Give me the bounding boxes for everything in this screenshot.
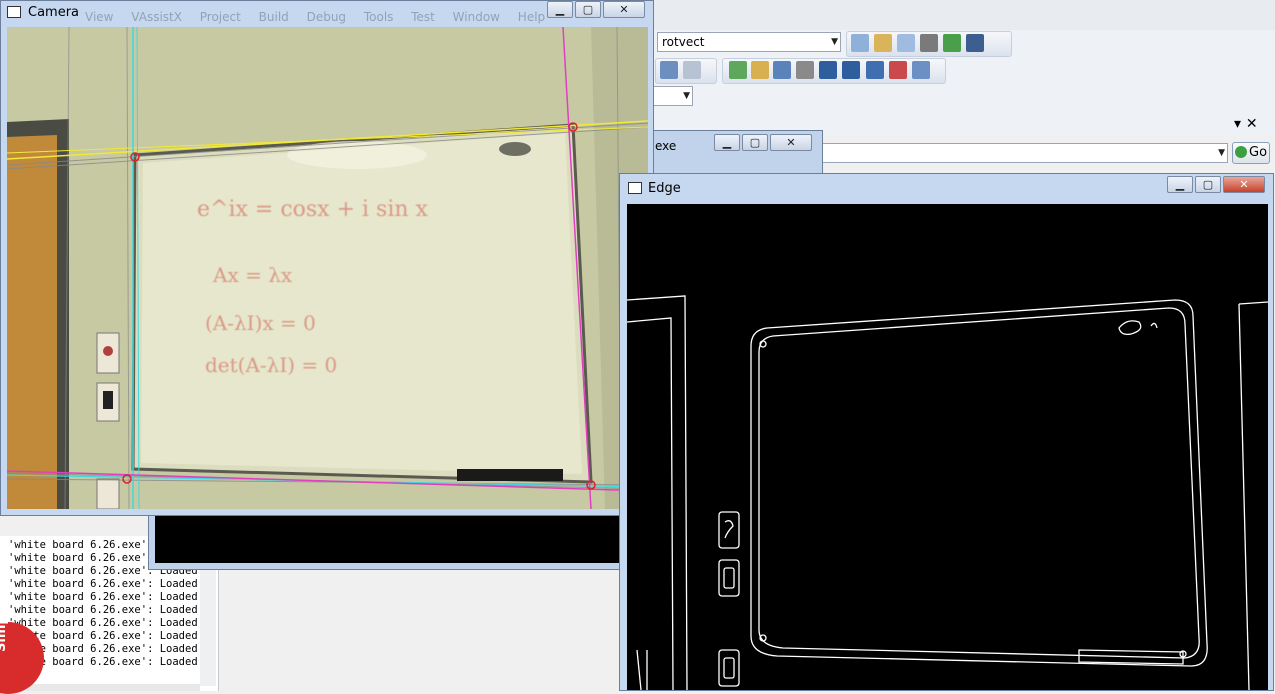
find-in-files-icon[interactable] [851, 34, 869, 52]
go-button[interactable]: Go [1232, 142, 1270, 164]
close-icon[interactable]: ✕ [1246, 116, 1258, 132]
output-line: 'white board 6.26.exe': Loaded ' [8, 578, 211, 590]
simpletap-label: SimpleTap [0, 576, 9, 652]
edge-detection-view [627, 204, 1268, 690]
code-definition-icon[interactable] [866, 61, 884, 79]
close-icon[interactable]: ✕ [1223, 176, 1265, 193]
minimize-icon[interactable]: ▁ [714, 134, 740, 151]
task-list-icon[interactable] [729, 61, 747, 79]
open-folder-icon[interactable] [751, 61, 769, 79]
chevron-down-icon[interactable]: ▼ [1218, 144, 1225, 162]
spell-check-icon[interactable] [889, 61, 907, 79]
edge-window-title: Edge [648, 181, 681, 196]
properties-icon[interactable] [897, 34, 915, 52]
start-page-icon[interactable] [943, 34, 961, 52]
camera-window[interactable]: Camera View VAssistX Project Build Debug… [0, 0, 654, 516]
camera-feed: e^ix = cosx + i sin x Ax = λx (A-λI)x = … [7, 27, 648, 509]
maximize-icon[interactable]: ▢ [742, 134, 768, 151]
camera-app-icon [7, 6, 21, 18]
redo-icon[interactable] [842, 61, 860, 79]
toolbox-icon[interactable] [920, 34, 938, 52]
navigate-forward-icon[interactable] [683, 61, 701, 79]
output-line: 'white board 6.26.exe': [8, 539, 154, 551]
minimize-icon[interactable]: ▁ [1167, 176, 1193, 193]
navigate-back-icon[interactable] [660, 61, 678, 79]
camera-window-controls: ▁ ▢ ✕ [547, 1, 645, 18]
camera-window-title: Camera [28, 5, 80, 20]
close-icon[interactable]: ✕ [603, 1, 645, 18]
whiteboard-line: (A-λI)x = 0 [205, 311, 316, 335]
edge-app-icon [628, 182, 642, 194]
command-combo[interactable]: ▼ [820, 143, 1228, 163]
close-icon[interactable]: ✕ [770, 134, 812, 151]
solution-explorer-icon[interactable] [874, 34, 892, 52]
class-view-icon[interactable] [773, 61, 791, 79]
exe-console-output [155, 515, 623, 563]
find-combo[interactable]: rotvect ▼ [657, 32, 841, 52]
edge-window-controls: ▁ ▢ ✕ [1167, 176, 1265, 193]
whiteboard-line: Ax = λx [213, 263, 293, 287]
chevron-down-icon[interactable]: ▼ [683, 87, 690, 105]
small-combo[interactable]: ▼ [652, 86, 693, 106]
menu-ghost-text: View VAssistX Project Build Debug Tools … [85, 10, 546, 24]
chevron-down-icon[interactable]: ▼ [831, 33, 838, 51]
command-window-icon[interactable] [966, 34, 984, 52]
bookmark-icon[interactable] [796, 61, 814, 79]
undo-icon[interactable] [819, 61, 837, 79]
edge-window[interactable]: Edge ▁ ▢ ✕ [619, 173, 1274, 691]
exe-window-controls: ▁ ▢ ✕ [714, 134, 812, 151]
minimize-icon[interactable]: ▁ [547, 1, 573, 18]
whiteboard-line: e^ix = cosx + i sin x [197, 197, 428, 222]
output-line: 'white board 6.26.exe': Loaded ' [8, 604, 211, 616]
whiteboard-line: det(A-λI) = 0 [205, 353, 338, 377]
exe-window-title: exe [655, 139, 677, 153]
go-icon [1235, 146, 1247, 158]
maximize-icon[interactable]: ▢ [1195, 176, 1221, 193]
go-button-label: Go [1249, 145, 1268, 160]
copy-icon[interactable] [912, 61, 930, 79]
output-line: 'white board 6.26.exe': Loaded ' [8, 591, 211, 603]
dropdown-arrow-icon[interactable]: ▾ [1234, 116, 1241, 132]
maximize-icon[interactable]: ▢ [575, 1, 601, 18]
camera-frame-graphic [7, 27, 648, 509]
find-combo-value: rotvect [662, 35, 705, 49]
edge-frame-graphic [627, 295, 1268, 690]
output-line: 'white board 6.26.exe': Loaded ' [8, 617, 211, 629]
pane-controls: ▾ ✕ [1234, 116, 1258, 132]
